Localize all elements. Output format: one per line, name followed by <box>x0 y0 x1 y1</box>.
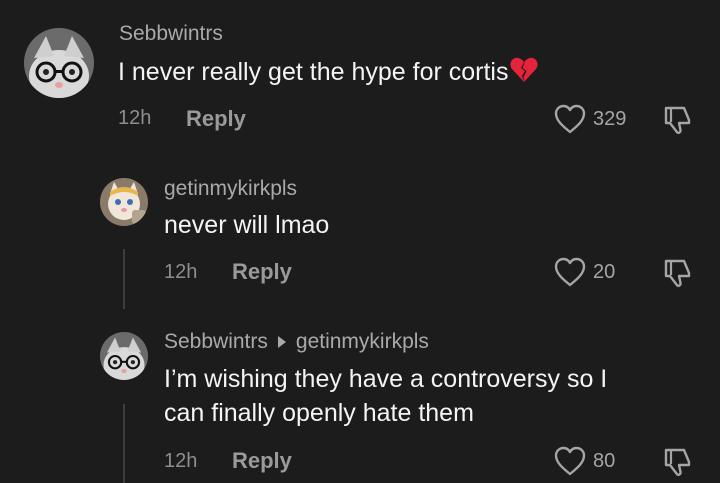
reply-to-username[interactable]: getinmykirkpls <box>296 330 429 353</box>
comment-text-line-2: can finally openly hate them <box>164 399 474 427</box>
cat-with-glasses-avatar-icon <box>100 332 148 380</box>
avatar[interactable] <box>100 332 148 380</box>
thread-line <box>123 404 125 483</box>
comment-text-line-1: I’m wishing they have a controversy so I <box>164 365 608 393</box>
reply-arrow-icon <box>277 335 286 348</box>
heart-icon[interactable] <box>554 446 586 481</box>
timestamp: 12h <box>164 450 198 472</box>
like-count: 80 <box>593 450 616 472</box>
comment-3: Sebbwintrs getinmykirkpls I’m wishing the… <box>0 0 720 483</box>
username[interactable]: Sebbwintrs <box>164 330 268 353</box>
reply-button[interactable]: Reply <box>232 448 292 474</box>
dislike-icon[interactable] <box>662 446 692 483</box>
username-reply-header: Sebbwintrs getinmykirkpls <box>164 330 429 354</box>
